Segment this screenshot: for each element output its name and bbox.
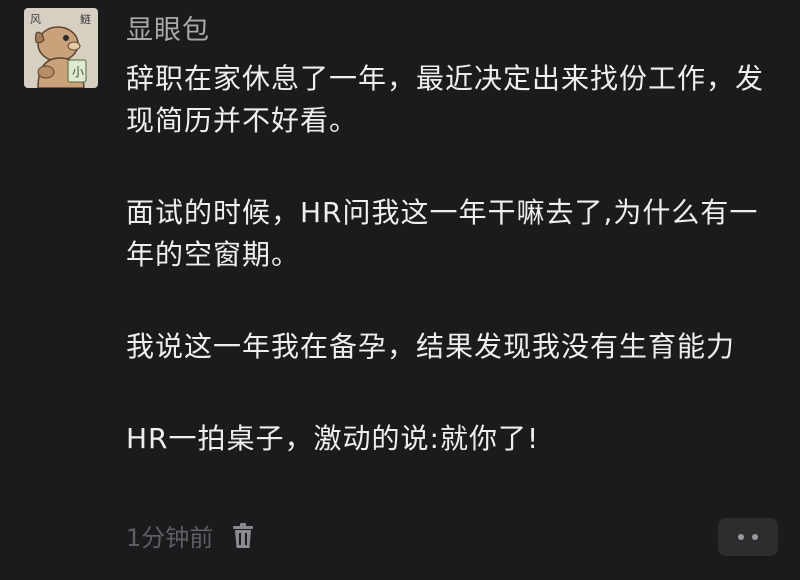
more-dots-icon bbox=[752, 534, 758, 540]
post-meta: 1分钟前 bbox=[126, 518, 255, 553]
post-paragraph-2: 面试的时候，HR问我这一年干嘛去了,为什么有一年的空窗期。 bbox=[126, 196, 759, 271]
delete-button[interactable] bbox=[231, 522, 255, 550]
post-content: 辞职在家休息了一年，最近决定出来找份工作，发现简历并不好看。 面试的时候，HR问… bbox=[126, 58, 776, 460]
more-dots-icon bbox=[738, 534, 744, 540]
post-paragraph-4: HR一拍桌子，激动的说:就你了! bbox=[126, 422, 540, 455]
post-paragraph-1: 辞职在家休息了一年，最近决定出来找份工作，发现简历并不好看。 bbox=[126, 62, 765, 137]
timestamp: 1分钟前 bbox=[126, 524, 214, 552]
post-paragraph-3: 我说这一年我在备孕，结果发现我没有生育能力 bbox=[126, 330, 736, 363]
comment-post: 风 鲢 小 显眼包 辞职在家休息了一年，最近决定出来找份工作，发现简历并不好看。… bbox=[0, 0, 800, 580]
trash-icon bbox=[233, 522, 254, 548]
username[interactable]: 显眼包 bbox=[126, 8, 210, 47]
avatar-corner-text-right: 鲢 bbox=[80, 13, 91, 26]
avatar-corner-text-left: 风 bbox=[30, 13, 41, 26]
avatar[interactable]: 风 鲢 小 bbox=[24, 8, 98, 88]
more-options-button[interactable] bbox=[718, 518, 778, 556]
avatar-badge-text: 小 bbox=[72, 65, 85, 79]
